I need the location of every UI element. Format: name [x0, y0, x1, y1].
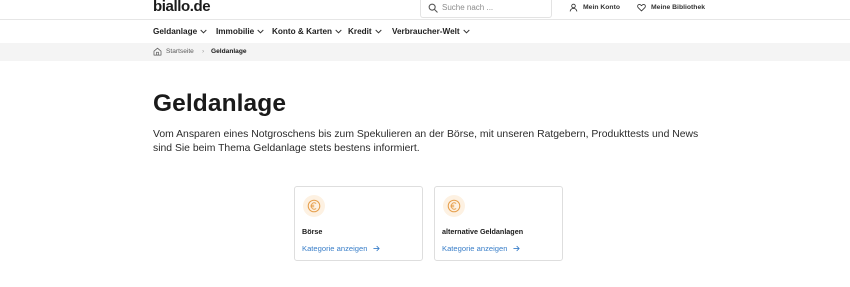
arrow-right-icon [513, 245, 521, 252]
nav-item-konto-karten[interactable]: Konto & Karten [272, 27, 342, 36]
main-nav: Geldanlage Immobilie Konto & Karten Kred… [0, 20, 850, 43]
search-input[interactable] [442, 3, 546, 12]
breadcrumb-home-link[interactable]: Startseite [166, 48, 194, 55]
category-card-boerse[interactable]: Börse Kategorie anzeigen [294, 186, 423, 261]
chevron-down-icon [375, 29, 382, 34]
nav-item-label: Konto & Karten [272, 27, 333, 36]
nav-item-immobilie[interactable]: Immobilie [216, 27, 264, 36]
site-logo[interactable]: biallo.de [153, 0, 211, 15]
breadcrumb: Startseite › Geldanlage [0, 43, 850, 61]
nav-item-label: Verbraucher-Welt [392, 27, 460, 36]
user-icon [569, 3, 578, 12]
nav-item-verbraucher-welt[interactable]: Verbraucher-Welt [392, 27, 470, 36]
chevron-down-icon [463, 29, 470, 34]
library-link[interactable]: Meine Bibliothek [637, 3, 705, 12]
category-link[interactable]: Kategorie anzeigen [442, 244, 521, 253]
nav-item-label: Geldanlage [153, 27, 198, 36]
nav-item-kredit[interactable]: Kredit [348, 27, 382, 36]
category-link[interactable]: Kategorie anzeigen [302, 244, 381, 253]
breadcrumb-current: Geldanlage [211, 48, 247, 55]
card-title: Börse [302, 227, 323, 236]
breadcrumb-separator: › [202, 48, 205, 55]
nav-item-label: Immobilie [216, 27, 255, 36]
nav-item-label: Kredit [348, 27, 372, 36]
home-icon[interactable] [153, 47, 162, 56]
top-bar: biallo.de Mein Konto Meine Bibliothek [0, 0, 850, 20]
heart-icon [637, 4, 646, 12]
arrow-right-icon [373, 245, 381, 252]
euro-icon [303, 195, 325, 217]
euro-icon [443, 195, 465, 217]
nav-item-geldanlage[interactable]: Geldanlage [153, 27, 207, 36]
page-title: Geldanlage [153, 90, 287, 117]
chevron-down-icon [257, 29, 264, 34]
category-link-label: Kategorie anzeigen [302, 244, 368, 253]
search-icon [428, 3, 438, 13]
account-link[interactable]: Mein Konto [569, 3, 620, 12]
intro-text: Vom Ansparen eines Notgroschens bis zum … [153, 129, 699, 154]
card-title: alternative Geldanlagen [442, 227, 524, 236]
chevron-down-icon [200, 29, 207, 34]
category-link-label: Kategorie anzeigen [442, 244, 508, 253]
search-box[interactable] [420, 0, 552, 18]
account-label: Mein Konto [583, 4, 620, 11]
category-card-alternative-geldanlagen[interactable]: alternative Geldanlagen Kategorie anzeig… [434, 186, 563, 261]
chevron-down-icon [335, 29, 342, 34]
library-label: Meine Bibliothek [651, 4, 706, 11]
